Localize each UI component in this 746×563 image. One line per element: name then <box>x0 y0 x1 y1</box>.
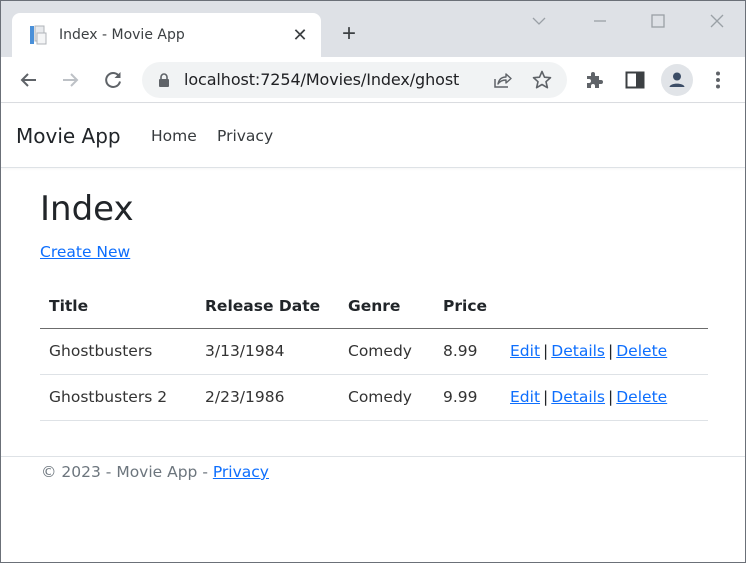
separator: | <box>608 342 614 360</box>
movies-table: Title Release Date Genre Price Ghostbust… <box>40 284 708 421</box>
extensions-puzzle-icon[interactable] <box>583 68 607 92</box>
separator: | <box>543 342 549 360</box>
tab-strip: Index - Movie App ✕ + <box>1 1 745 57</box>
more-menu-icon[interactable] <box>706 68 730 92</box>
nav-link-home[interactable]: Home <box>151 125 197 147</box>
cell-genre: Comedy <box>339 328 434 375</box>
cell-title: Ghostbusters <box>40 328 196 375</box>
web-page: Movie App Home Privacy Index Create New … <box>1 104 745 562</box>
forward-arrow-icon[interactable] <box>56 66 84 94</box>
cell-price: 8.99 <box>434 328 501 375</box>
footer-privacy-link[interactable]: Privacy <box>213 463 269 481</box>
new-tab-button[interactable]: + <box>335 21 363 49</box>
window-close-icon[interactable] <box>705 9 729 33</box>
column-header-title: Title <box>40 284 196 329</box>
lock-icon[interactable] <box>158 73 170 87</box>
profile-avatar[interactable] <box>661 64 693 96</box>
site-navbar: Movie App Home Privacy <box>1 104 745 168</box>
browser-window: Index - Movie App ✕ + localhost:7254/Mov… <box>0 0 746 563</box>
back-arrow-icon[interactable] <box>15 66 43 94</box>
delete-link[interactable]: Delete <box>616 388 667 406</box>
cell-actions: Edit | Details | Delete <box>501 328 708 375</box>
tab-title: Index - Movie App <box>59 27 185 43</box>
url-text[interactable]: localhost:7254/Movies/Index/ghost <box>184 70 459 90</box>
edit-link[interactable]: Edit <box>510 342 540 360</box>
create-new-link[interactable]: Create New <box>40 241 130 263</box>
cell-actions: Edit | Details | Delete <box>501 374 708 421</box>
cell-genre: Comedy <box>339 374 434 421</box>
edit-link[interactable]: Edit <box>510 388 540 406</box>
footer-text: © 2023 - Movie App - Privacy <box>41 461 269 483</box>
address-bar[interactable]: localhost:7254/Movies/Index/ghost <box>142 62 567 98</box>
table-header-row: Title Release Date Genre Price <box>40 284 708 329</box>
minimize-icon[interactable] <box>588 9 612 33</box>
cell-price: 9.99 <box>434 374 501 421</box>
copyright-text: © 2023 - Movie App - <box>41 463 213 481</box>
column-header-actions <box>501 284 708 329</box>
cell-title: Ghostbusters 2 <box>40 374 196 421</box>
cell-release-date: 3/13/1984 <box>196 328 339 375</box>
separator: | <box>543 388 549 406</box>
cell-release-date: 2/23/1986 <box>196 374 339 421</box>
bookmark-star-icon[interactable] <box>531 69 553 91</box>
side-panel-icon[interactable] <box>623 68 647 92</box>
reload-icon[interactable] <box>99 66 127 94</box>
details-link[interactable]: Details <box>551 342 605 360</box>
share-icon[interactable] <box>491 69 513 91</box>
tab-search-chevron-icon[interactable] <box>527 9 551 33</box>
nav-link-privacy[interactable]: Privacy <box>217 125 273 147</box>
navbar-brand[interactable]: Movie App <box>16 123 121 149</box>
column-header-release-date: Release Date <box>196 284 339 329</box>
browser-toolbar: localhost:7254/Movies/Index/ghost <box>1 57 745 103</box>
details-link[interactable]: Details <box>551 388 605 406</box>
table-row: Ghostbusters 3/13/1984 Comedy 8.99 Edit |… <box>40 328 708 375</box>
maximize-icon[interactable] <box>646 9 670 33</box>
site-footer: © 2023 - Movie App - Privacy <box>1 456 745 496</box>
document-favicon-icon <box>29 25 47 45</box>
delete-link[interactable]: Delete <box>616 342 667 360</box>
tab-index[interactable]: Index - Movie App ✕ <box>12 13 321 57</box>
separator: | <box>608 388 614 406</box>
table-row: Ghostbusters 2 2/23/1986 Comedy 9.99 Edi… <box>40 374 708 421</box>
person-icon <box>669 72 685 87</box>
column-header-price: Price <box>434 284 501 329</box>
page-title: Index <box>40 189 134 229</box>
column-header-genre: Genre <box>339 284 434 329</box>
tab-close-icon[interactable]: ✕ <box>289 24 311 46</box>
